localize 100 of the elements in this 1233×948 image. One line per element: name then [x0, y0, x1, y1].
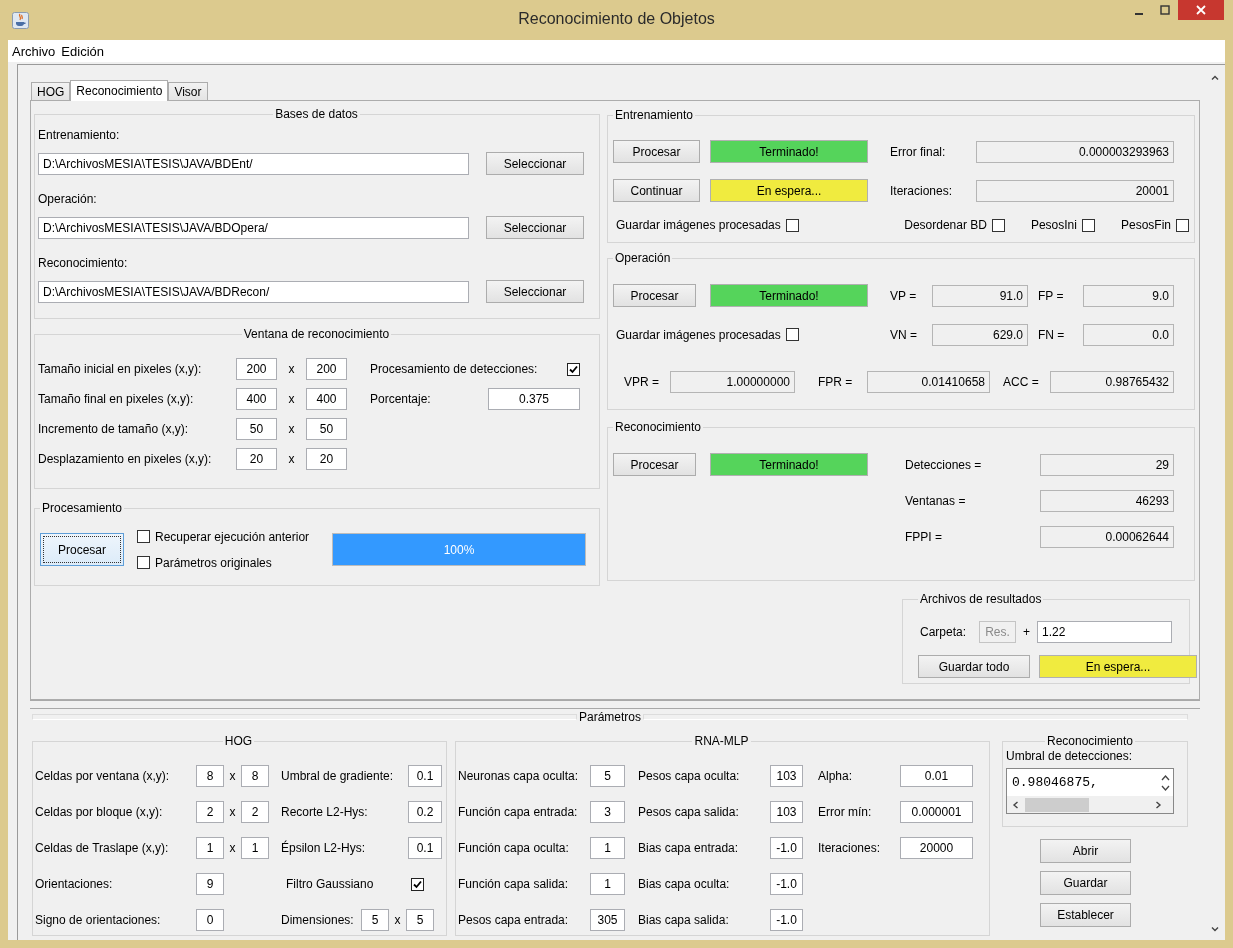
- output-field: 0.98765432: [1050, 370, 1174, 393]
- number-field[interactable]: 2: [241, 801, 269, 823]
- section-title: Parámetros: [578, 710, 642, 724]
- number-field[interactable]: 0.375: [488, 388, 580, 410]
- action-button[interactable]: Guardar: [1040, 871, 1131, 895]
- number-field[interactable]: 200: [306, 358, 347, 380]
- scroll-right-icon[interactable]: [1153, 799, 1163, 810]
- text-area[interactable]: 0.98046875,: [1006, 768, 1174, 814]
- number-field[interactable]: 0.01: [900, 765, 973, 787]
- checkbox[interactable]: [411, 877, 424, 891]
- menu-item[interactable]: Edición: [58, 43, 107, 59]
- number-field[interactable]: 1: [590, 873, 625, 895]
- status-label: En espera...: [1039, 655, 1197, 678]
- checkbox[interactable]: [1176, 218, 1189, 232]
- number-field[interactable]: 3: [590, 801, 625, 823]
- checkbox[interactable]: [567, 362, 580, 376]
- action-button[interactable]: Continuar: [613, 179, 700, 202]
- field-label: Procesamiento de detecciones:: [370, 362, 538, 376]
- scroll-left-icon[interactable]: [1011, 799, 1021, 810]
- menu-item[interactable]: Archivo: [9, 43, 59, 59]
- number-field[interactable]: -1.0: [770, 873, 803, 895]
- number-field[interactable]: 103: [770, 801, 803, 823]
- tab[interactable]: Reconocimiento: [70, 80, 169, 101]
- number-field[interactable]: 50: [236, 418, 277, 440]
- number-field[interactable]: 50: [306, 418, 347, 440]
- path-field[interactable]: D:\ArchivosMESIA\TESIS\JAVA/BDRecon/: [38, 280, 469, 303]
- field-label: Bias capa entrada:: [638, 841, 740, 855]
- number-field[interactable]: 0.1: [408, 765, 442, 787]
- field-label: Función capa oculta:: [458, 841, 570, 855]
- select-button[interactable]: Seleccionar: [486, 280, 584, 303]
- number-field[interactable]: 400: [306, 388, 347, 410]
- close-button[interactable]: [1178, 0, 1224, 20]
- number-field[interactable]: 400: [236, 388, 277, 410]
- path-field[interactable]: D:\ArchivosMESIA\TESIS\JAVA/BDOpera/: [38, 216, 469, 239]
- minimize-icon: [1135, 13, 1143, 15]
- times-sign: x: [287, 362, 296, 376]
- process-button[interactable]: Procesar: [40, 533, 124, 566]
- output-field: 0.0: [1083, 323, 1174, 346]
- horizontal-scrollbar[interactable]: [1007, 796, 1173, 813]
- checkbox-label: PesosFin: [1120, 218, 1171, 232]
- action-button[interactable]: Abrir: [1040, 839, 1131, 863]
- checkbox[interactable]: [785, 218, 799, 232]
- number-field[interactable]: 20: [306, 448, 347, 470]
- action-button[interactable]: Establecer: [1040, 903, 1131, 927]
- scroll-down-icon[interactable]: [1210, 924, 1220, 934]
- number-field[interactable]: 5: [590, 765, 625, 787]
- output-field: 46293: [1040, 489, 1174, 512]
- number-field[interactable]: 0.1: [408, 837, 442, 859]
- select-button[interactable]: Seleccionar: [486, 216, 584, 239]
- action-button[interactable]: Procesar: [613, 140, 700, 163]
- number-field[interactable]: 0.2: [408, 801, 442, 823]
- process-button[interactable]: Procesar: [613, 284, 696, 307]
- cup-icon: [12, 12, 29, 29]
- process-button[interactable]: Procesar: [613, 453, 696, 476]
- times-sign: x: [393, 913, 402, 927]
- number-field[interactable]: 0.000001: [900, 801, 973, 823]
- checkbox-label: Desordenar BD: [904, 218, 987, 232]
- number-field[interactable]: -1.0: [770, 909, 803, 931]
- checkbox-label: Guardar imágenes procesadas: [616, 218, 781, 232]
- number-field[interactable]: 0: [196, 909, 224, 931]
- number-field[interactable]: 1: [241, 837, 269, 859]
- metric-label: FN =: [1038, 327, 1066, 342]
- number-field[interactable]: 103: [770, 765, 803, 787]
- checkbox[interactable]: [991, 218, 1005, 232]
- save-all-button[interactable]: Guardar todo: [918, 655, 1030, 678]
- number-field[interactable]: 2: [196, 801, 224, 823]
- number-field[interactable]: 1: [196, 837, 224, 859]
- tab[interactable]: HOG: [31, 82, 71, 100]
- number-field[interactable]: 1: [590, 837, 625, 859]
- number-field[interactable]: 305: [590, 909, 625, 931]
- number-field[interactable]: 5: [406, 909, 434, 931]
- plus-sign: +: [1022, 625, 1031, 639]
- path-field[interactable]: D:\ArchivosMESIA\TESIS\JAVA/BDEnt/: [38, 152, 469, 175]
- field-label: Operación:: [38, 192, 97, 206]
- scroll-up-icon[interactable]: [1210, 73, 1220, 83]
- number-field[interactable]: 200: [236, 358, 277, 380]
- field-label: Función capa entrada:: [458, 805, 579, 819]
- group-title: Bases de datos: [274, 107, 359, 121]
- number-field[interactable]: 8: [241, 765, 269, 787]
- output-field: 91.0: [932, 284, 1028, 307]
- number-field[interactable]: 20000: [900, 837, 973, 859]
- folder-field[interactable]: 1.22: [1037, 621, 1172, 643]
- number-field[interactable]: 8: [196, 765, 224, 787]
- number-field[interactable]: 20: [236, 448, 277, 470]
- checkbox[interactable]: [137, 556, 150, 569]
- checkbox[interactable]: [1081, 218, 1095, 232]
- field-label: Entrenamiento:: [38, 128, 120, 142]
- group-title: Procesamiento: [41, 501, 124, 515]
- number-field[interactable]: -1.0: [770, 837, 803, 859]
- field-label: Celdas por ventana (x,y):: [35, 769, 171, 783]
- number-field[interactable]: 9: [196, 873, 224, 895]
- field-label: Tamaño inicial en pixeles (x,y):: [38, 362, 203, 376]
- tab[interactable]: Visor: [168, 82, 208, 100]
- scroll-arrows-icon[interactable]: [1161, 772, 1170, 793]
- field-label: Incremento de tamaño (x,y):: [38, 422, 190, 436]
- number-field[interactable]: 5: [361, 909, 389, 931]
- output-field: 0.01410658: [867, 370, 990, 393]
- select-button[interactable]: Seleccionar: [486, 152, 584, 175]
- checkbox[interactable]: [785, 328, 799, 341]
- checkbox[interactable]: [137, 530, 150, 543]
